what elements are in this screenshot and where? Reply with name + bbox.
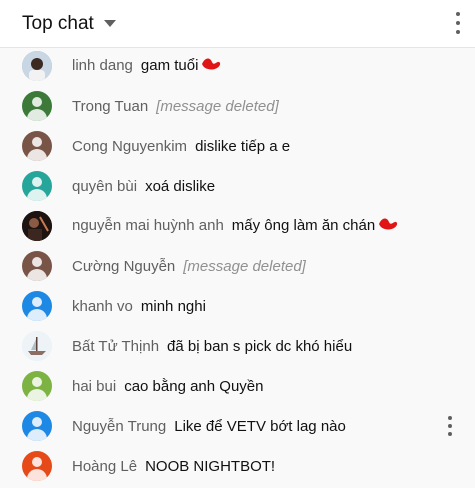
avatar[interactable] — [22, 371, 52, 401]
message-content: Cong Nguyenkim dislike tiếp a e — [72, 138, 290, 155]
author-name[interactable]: hai bui — [72, 378, 116, 395]
message-text: gam tuổi — [140, 56, 199, 74]
avatar[interactable] — [22, 171, 52, 201]
message-text: NOOB NIGHTBOT! — [145, 457, 276, 475]
chat-message[interactable]: Hoàng Lê NOOB NIGHTBOT! — [0, 446, 475, 486]
red-scribble-icon — [200, 55, 222, 77]
message-content: nguyễn mai huỳnh anh mấy ông làm ăn chán — [72, 215, 399, 237]
avatar[interactable] — [22, 91, 52, 121]
chat-message[interactable]: Cường Nguyễn [message deleted] — [0, 246, 475, 286]
chat-message[interactable]: Trong Tuan [message deleted] — [0, 86, 475, 126]
author-name[interactable]: Nguyễn Trung — [72, 418, 166, 435]
author-name[interactable]: quyên bùi — [72, 178, 137, 195]
message-content: Hoàng Lê NOOB NIGHTBOT! — [72, 458, 275, 475]
message-text: Like để VETV bớt lag nào — [174, 417, 346, 435]
author-name[interactable]: Hoàng Lê — [72, 458, 137, 475]
author-name[interactable]: nguyễn mai huỳnh anh — [72, 217, 224, 234]
red-scribble-icon — [377, 215, 399, 237]
chat-message[interactable]: khanh vo minh nghi — [0, 286, 475, 326]
message-content: linh dang gam tuổi — [72, 55, 222, 77]
message-content: Bất Tử Thịnh đã bị ban s pick dc khó hiểu — [72, 338, 352, 355]
chat-message[interactable]: Cong Nguyenkim dislike tiếp a e — [0, 126, 475, 166]
chat-message[interactable]: nguyễn mai huỳnh anh mấy ông làm ăn chán — [0, 206, 475, 246]
message-text: đã bị ban s pick dc khó hiểu — [167, 337, 353, 355]
avatar[interactable] — [22, 211, 52, 241]
author-name[interactable]: Cong Nguyenkim — [72, 138, 187, 155]
chat-message[interactable]: linh dang gam tuổi — [0, 46, 475, 86]
avatar[interactable] — [22, 451, 52, 481]
author-name[interactable]: linh dang — [72, 57, 133, 74]
author-name[interactable]: Bất Tử Thịnh — [72, 338, 159, 355]
message-content: Cường Nguyễn [message deleted] — [72, 258, 306, 275]
message-content: khanh vo minh nghi — [72, 298, 206, 315]
message-text: dislike tiếp a e — [195, 137, 291, 155]
avatar[interactable] — [22, 331, 52, 361]
chat-header: Top chat — [0, 0, 475, 48]
author-name[interactable]: khanh vo — [72, 298, 133, 315]
caret-down-icon[interactable] — [103, 20, 116, 27]
deleted-message-text: [message deleted] — [156, 97, 279, 115]
avatar[interactable] — [22, 411, 52, 441]
avatar[interactable] — [22, 291, 52, 321]
message-content: quyên bùi xoá dislike — [72, 178, 215, 195]
avatar[interactable] — [22, 131, 52, 161]
avatar[interactable] — [22, 251, 52, 281]
message-content: Nguyễn Trung Like để VETV bớt lag nào — [72, 418, 346, 435]
message-menu-icon[interactable] — [447, 416, 453, 436]
author-name[interactable]: Cường Nguyễn — [72, 258, 175, 275]
message-content: hai bui cao bằng anh Quyền — [72, 378, 263, 395]
author-name[interactable]: Trong Tuan — [72, 98, 148, 115]
chat-mode-title[interactable]: Top chat — [22, 13, 94, 35]
chat-message[interactable]: quyên bùi xoá dislike — [0, 166, 475, 206]
message-text: mấy ông làm ăn chán — [231, 216, 376, 234]
message-text: cao bằng anh Quyền — [124, 377, 264, 395]
message-text: minh nghi — [140, 297, 206, 315]
message-content: Trong Tuan [message deleted] — [72, 98, 279, 115]
chat-message[interactable]: hai bui cao bằng anh Quyền — [0, 366, 475, 406]
chat-message[interactable]: Nguyễn Trung Like để VETV bớt lag nào — [0, 406, 475, 446]
more-options-icon[interactable] — [455, 12, 461, 34]
avatar[interactable] — [22, 51, 52, 81]
deleted-message-text: [message deleted] — [183, 257, 306, 275]
chat-message[interactable]: Bất Tử Thịnh đã bị ban s pick dc khó hiểu — [0, 326, 475, 366]
message-text: xoá dislike — [145, 177, 216, 195]
